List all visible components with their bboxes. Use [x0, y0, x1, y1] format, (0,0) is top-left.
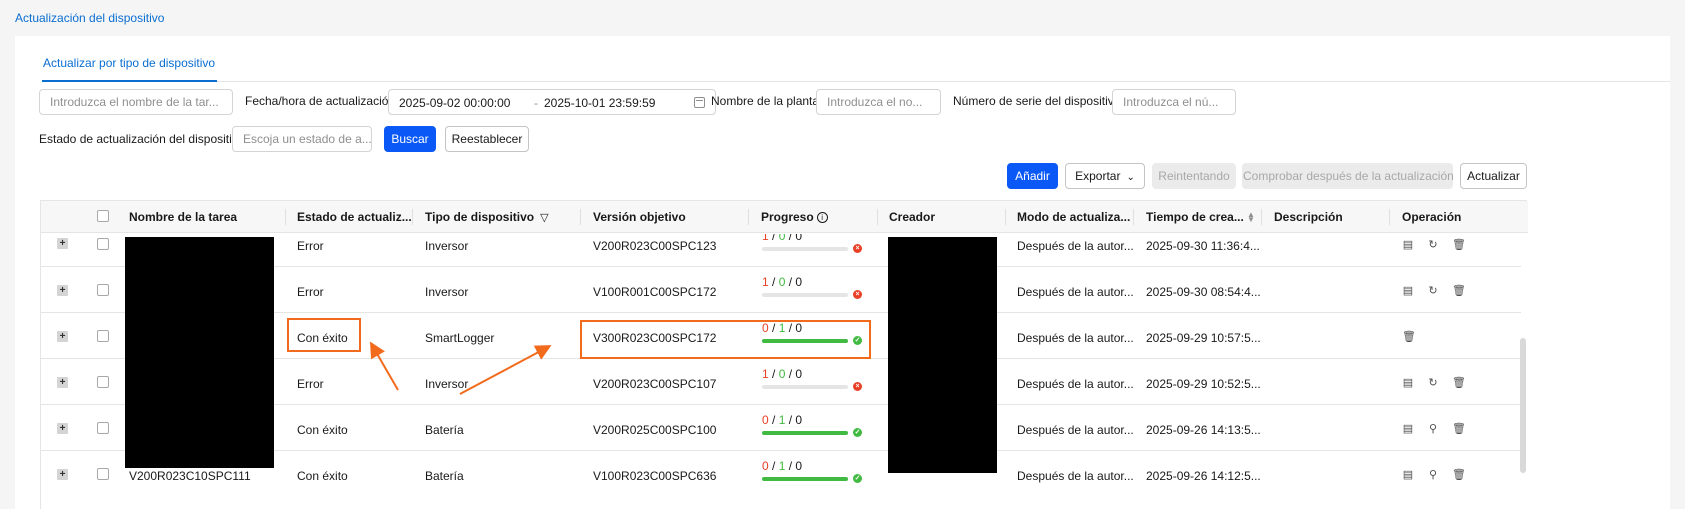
- arrow-to-status: [369, 341, 399, 391]
- annotation-arrows: [369, 341, 552, 395]
- arrow-to-version: [459, 345, 552, 395]
